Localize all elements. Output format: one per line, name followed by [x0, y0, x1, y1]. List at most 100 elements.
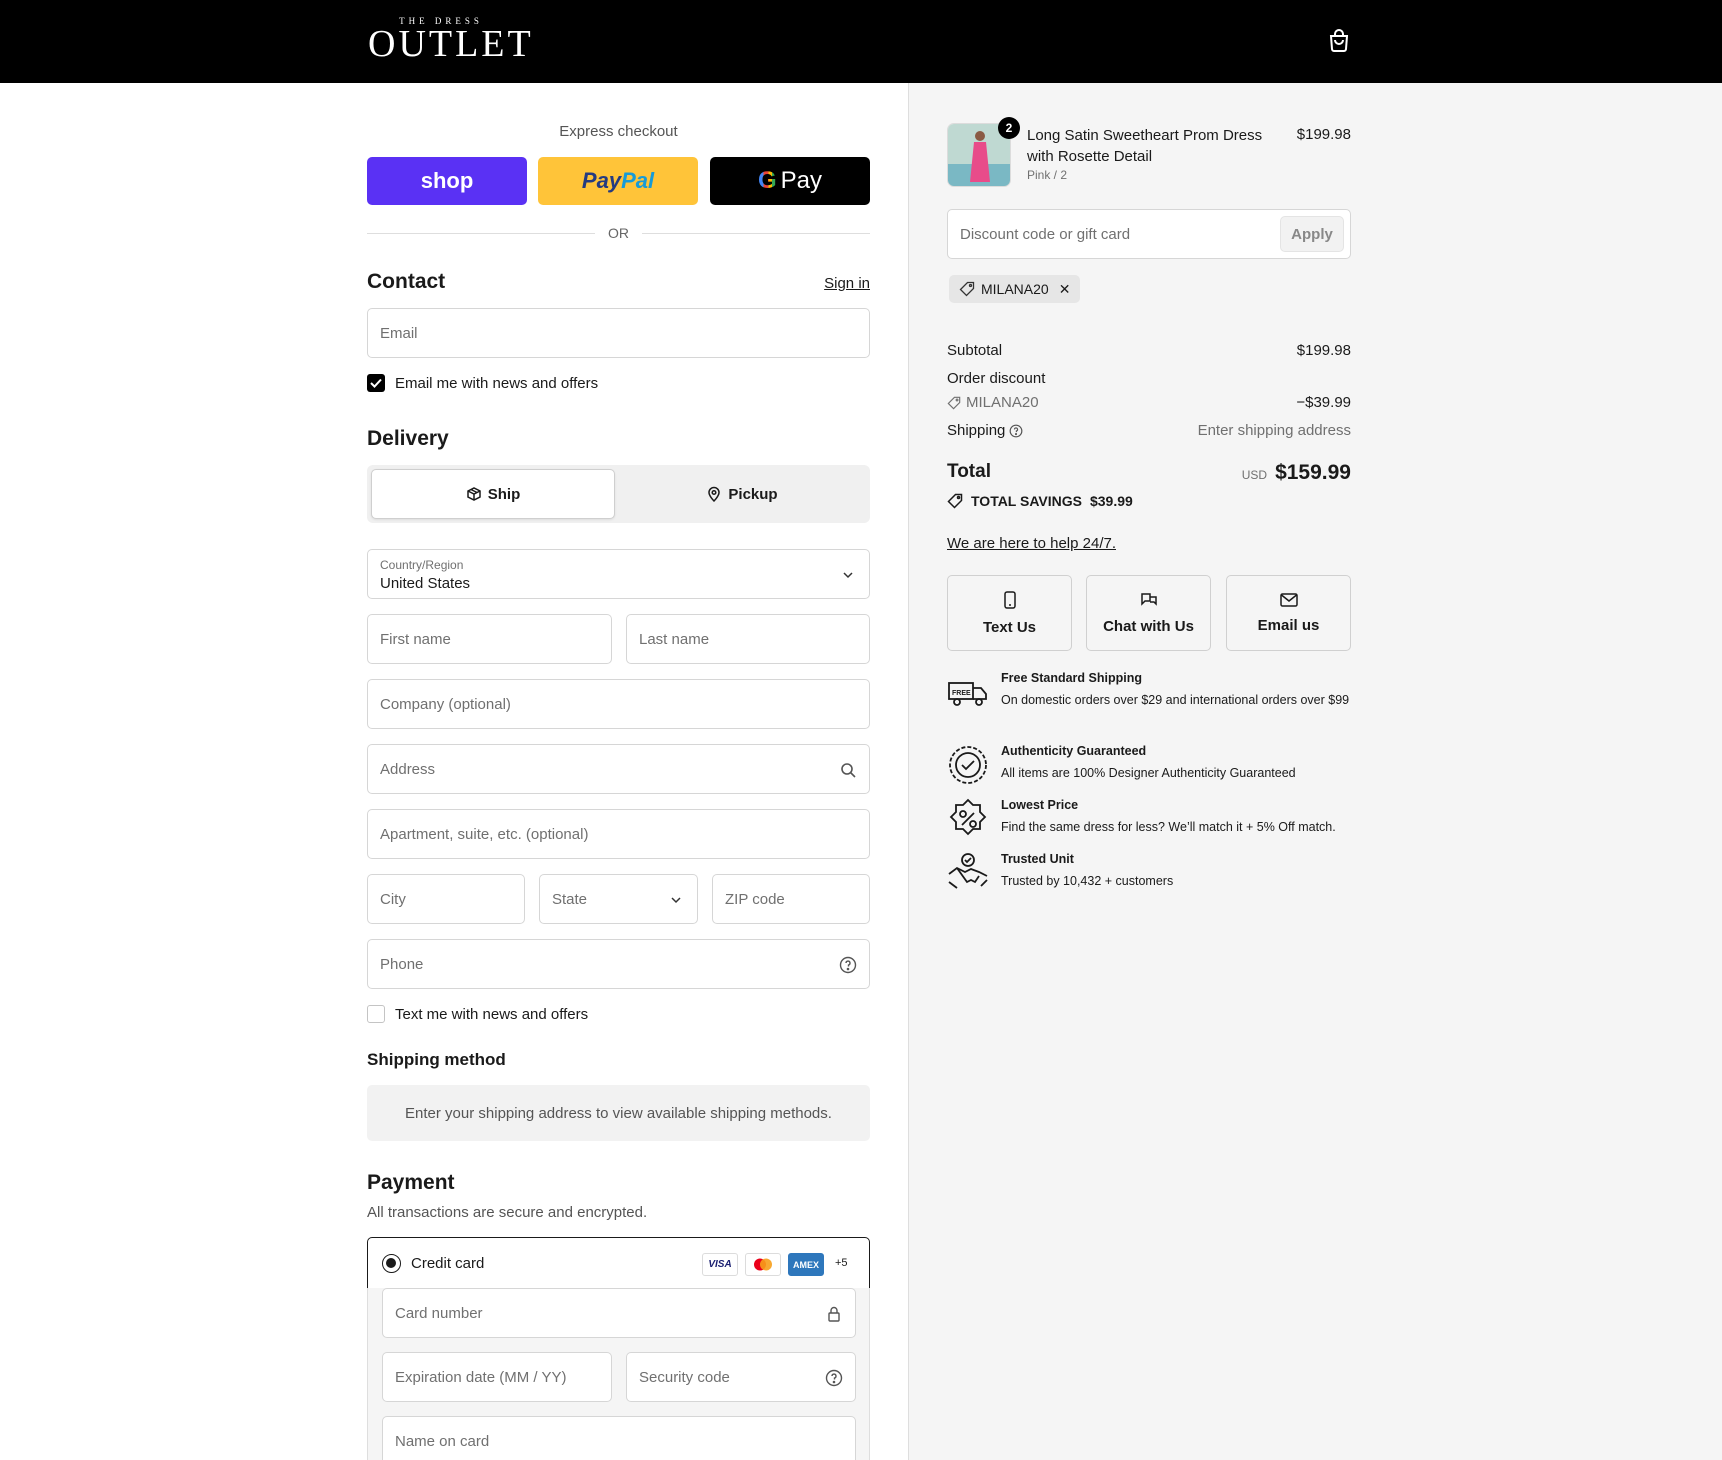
credit-card-label: Credit card — [411, 1255, 485, 1272]
text-offers-label: Text me with news and offers — [395, 1005, 589, 1023]
security-code-placeholder: Security code — [639, 1369, 730, 1386]
card-number-field[interactable]: Card number — [382, 1288, 856, 1338]
perk-title: Authenticity Guaranteed — [1001, 744, 1147, 758]
tab-ship[interactable]: Ship — [371, 469, 615, 519]
last-name-placeholder: Last name — [639, 631, 710, 648]
total-label: Total — [947, 461, 991, 482]
company-field[interactable]: Company (optional) — [367, 679, 870, 729]
discount-placeholder: Discount code or gift card — [960, 226, 1131, 243]
envelope-icon — [1279, 592, 1298, 607]
svg-text:FREE: FREE — [952, 690, 971, 697]
email-offers-checkbox[interactable] — [367, 374, 385, 392]
state-select[interactable]: State — [539, 874, 698, 924]
express-checkout-title: Express checkout — [559, 123, 678, 140]
total-row: Total USD $159.99 — [947, 461, 1351, 484]
shopping-bag-icon[interactable] — [1328, 28, 1350, 52]
currency-label: USD — [1241, 468, 1268, 482]
delivery-heading: Delivery — [367, 427, 449, 450]
order-discount-row: Order discount — [947, 370, 1351, 387]
chat-with-us-button[interactable]: Chat with Us — [1086, 575, 1211, 651]
payment-heading: Payment — [367, 1171, 455, 1194]
email-us-button[interactable]: Email us — [1226, 575, 1351, 651]
email-us-label: Email us — [1257, 616, 1320, 634]
chat-with-us-label: Chat with Us — [1103, 617, 1194, 635]
discount-code-field[interactable]: Discount code or gift card Apply — [947, 209, 1351, 259]
discount-code-label: MILANA20 — [966, 394, 1039, 411]
city-field[interactable]: City — [367, 874, 525, 924]
lock-icon — [828, 1306, 840, 1322]
help-circle-icon[interactable] — [1009, 424, 1023, 438]
credit-card-radio[interactable] — [382, 1254, 401, 1273]
google-pay-button[interactable]: G Pay — [710, 157, 870, 205]
total-savings-value: $39.99 — [1089, 493, 1133, 509]
tag-icon — [947, 493, 963, 509]
gpay-label: Pay — [780, 167, 823, 194]
paypal-button[interactable]: Pay Pal — [538, 157, 698, 205]
shipping-row: Shipping Enter shipping address — [947, 422, 1351, 439]
remove-discount-icon[interactable]: ✕ — [1059, 281, 1071, 298]
security-code-field[interactable]: Security code — [626, 1352, 856, 1402]
tab-ship-label: Ship — [487, 485, 521, 503]
applied-code-label: MILANA20 — [981, 281, 1049, 297]
help-link[interactable]: We are here to help 24/7. — [947, 535, 1116, 552]
search-icon — [841, 763, 856, 778]
discount-code-tag: MILANA20 — [947, 394, 1039, 411]
text-offers-checkbox-row[interactable]: Text me with news and offers — [367, 1005, 588, 1023]
verified-badge-icon — [949, 746, 987, 784]
text-us-button[interactable]: Text Us — [947, 575, 1072, 651]
text-us-label: Text Us — [982, 618, 1037, 636]
country-select[interactable]: Country/Region United States — [367, 549, 870, 599]
email-placeholder: Email — [380, 325, 418, 342]
country-label: Country/Region — [380, 558, 464, 572]
perk-title: Trusted Unit — [1001, 852, 1074, 866]
shipping-method-heading: Shipping method — [367, 1050, 506, 1069]
discount-code-row: MILANA20 −$39.99 — [947, 394, 1351, 414]
sign-in-link[interactable]: Sign in — [824, 275, 870, 292]
product-price: $199.98 — [1296, 126, 1351, 143]
text-offers-checkbox[interactable] — [367, 1005, 385, 1023]
free-shipping-truck-icon: FREE — [948, 682, 987, 706]
google-g-icon: G — [757, 167, 777, 194]
apply-discount-button[interactable]: Apply — [1280, 216, 1344, 252]
apartment-field[interactable]: Apartment, suite, etc. (optional) — [367, 809, 870, 859]
percent-badge-icon — [949, 798, 987, 836]
amex-icon: AMEX — [788, 1253, 824, 1276]
help-circle-icon[interactable] — [825, 1369, 843, 1387]
address-placeholder: Address — [380, 761, 436, 778]
perk-description: All items are 100% Designer Authenticity… — [1001, 766, 1296, 780]
subtotal-value: $199.98 — [1296, 342, 1351, 359]
help-circle-icon[interactable] — [839, 956, 857, 974]
email-offers-label: Email me with news and offers — [395, 374, 599, 392]
store-logo[interactable]: THE DRESS OUTLET — [368, 16, 534, 65]
zip-field[interactable]: ZIP code — [712, 874, 870, 924]
perk-title: Free Standard Shipping — [1001, 671, 1142, 685]
zip-placeholder: ZIP code — [725, 891, 785, 908]
shipping-method-notice: Enter your shipping address to view avai… — [367, 1085, 870, 1141]
chevron-down-icon — [671, 897, 681, 904]
product-name: Long Satin Sweetheart Prom Dress with Ro… — [1027, 127, 1263, 165]
email-offers-checkbox-row[interactable]: Email me with news and offers — [367, 374, 598, 392]
site-header: THE DRESS OUTLET — [0, 0, 1722, 83]
more-cards-badge: +5 — [835, 1257, 848, 1269]
discount-amount: −$39.99 — [1296, 394, 1351, 411]
shop-pay-button[interactable]: shop — [367, 157, 527, 205]
address-field[interactable]: Address — [367, 744, 870, 794]
tab-pickup[interactable]: Pickup — [620, 469, 864, 519]
shipping-value: Enter shipping address — [1197, 422, 1351, 439]
mastercard-icon — [745, 1253, 781, 1276]
last-name-field[interactable]: Last name — [626, 614, 870, 664]
product-variant: Pink / 2 — [1027, 168, 1068, 182]
country-value: United States — [380, 575, 471, 592]
logo-wordmark: OUTLET — [368, 23, 534, 65]
expiration-field[interactable]: Expiration date (MM / YY) — [382, 1352, 612, 1402]
phone-field[interactable]: Phone — [367, 939, 870, 989]
tag-icon — [947, 396, 961, 409]
credit-card-option[interactable]: Credit card VISA AMEX +5 — [367, 1237, 870, 1289]
email-field[interactable]: Email — [367, 308, 870, 358]
delivery-method-tabs: Ship Pickup — [367, 465, 870, 523]
perk-description: On domestic orders over $29 and internat… — [1001, 693, 1350, 707]
first-name-field[interactable]: First name — [367, 614, 612, 664]
tab-pickup-label: Pickup — [728, 485, 778, 503]
name-on-card-field[interactable]: Name on card — [382, 1416, 856, 1460]
paypal-label-pal: Pal — [621, 168, 655, 193]
